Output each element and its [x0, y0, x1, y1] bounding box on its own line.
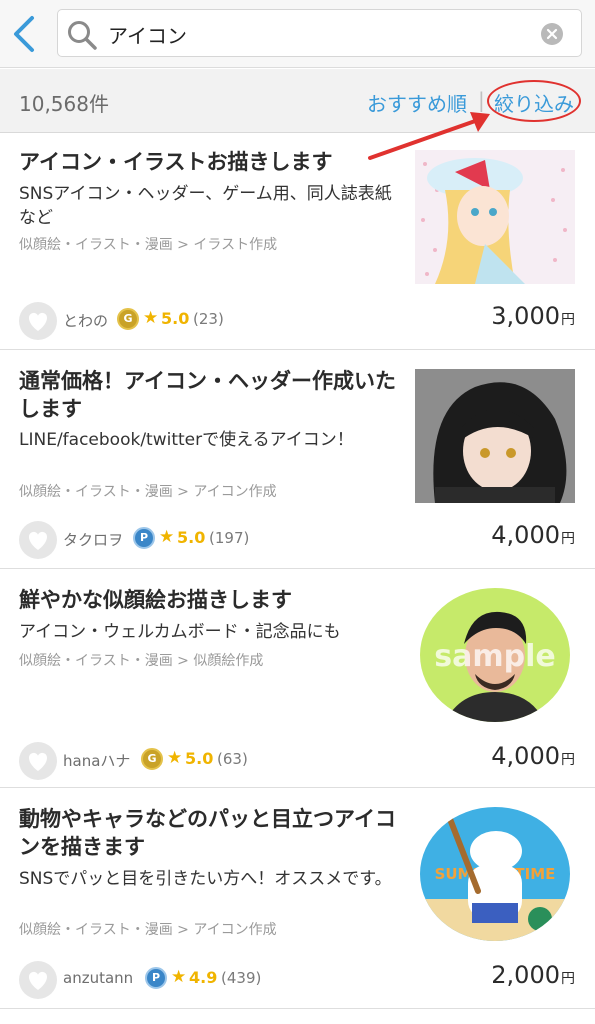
chevron-left-icon	[14, 16, 34, 52]
price-value: 4,000	[491, 521, 560, 549]
listing-description: LINE/facebook/twitterで使えるアイコン！	[19, 430, 354, 450]
rank-letter: P	[151, 971, 161, 984]
favorite-button[interactable]	[19, 521, 57, 559]
review-count: (23)	[193, 310, 224, 328]
rating-value: 5.0	[177, 528, 206, 547]
result-count: 10,568件	[19, 92, 109, 116]
listing-title[interactable]: アイコン・イラストお描きします	[19, 148, 404, 176]
price-value: 4,000	[491, 742, 560, 770]
listing-title[interactable]: 通常価格！アイコン・ヘッダー作成いたします	[19, 367, 404, 423]
seller-name[interactable]: anzutann	[63, 969, 133, 987]
sort-link[interactable]: おすすめ順	[367, 88, 467, 117]
listing-item[interactable]: アイコン・イラストお描きします SNSアイコン・ヘッダー、ゲーム用、同人誌表紙な…	[0, 134, 595, 350]
clear-icon	[546, 28, 558, 40]
listing-item[interactable]: 動物やキャラなどのパッと目立つアイコンを描きます SNSでパッと目を引きたい方へ…	[0, 789, 595, 1009]
seller-meta: とわの G ★ 5.0 (23)	[19, 302, 419, 340]
listing-thumbnail[interactable]	[415, 150, 575, 284]
listing-category: 似顔絵・イラスト・漫画 > アイコン作成	[19, 922, 277, 938]
search-header	[0, 0, 595, 68]
listing-thumbnail[interactable]: sample	[420, 588, 570, 722]
listing-thumbnail[interactable]: SUMMER TIME	[420, 807, 570, 941]
favorite-button[interactable]	[19, 742, 57, 780]
listing-price: 4,000円	[491, 742, 575, 770]
seller-name[interactable]: タクロヲ	[63, 529, 123, 550]
review-count: (197)	[209, 529, 250, 547]
listing-category: 似顔絵・イラスト・漫画 > 似顔絵作成	[19, 653, 264, 669]
search-icon	[68, 21, 97, 50]
listing-price: 4,000円	[491, 521, 575, 549]
rating-value: 5.0	[185, 749, 214, 768]
star-icon: ★	[171, 967, 187, 987]
price-currency: 円	[561, 312, 575, 328]
clear-search-button[interactable]	[541, 23, 563, 45]
price-currency: 円	[561, 531, 575, 547]
listing-category: 似顔絵・イラスト・漫画 > イラスト作成	[19, 237, 278, 253]
listing-title[interactable]: 動物やキャラなどのパッと目立つアイコンを描きます	[19, 805, 404, 861]
listing-item[interactable]: 通常価格！アイコン・ヘッダー作成いたします LINE/facebook/twit…	[0, 351, 595, 569]
back-button[interactable]	[10, 14, 40, 54]
heart-icon	[28, 752, 48, 771]
seller-meta: hanaハナ G ★ 5.0 (63)	[19, 742, 419, 780]
rank-badge-platinum: P	[145, 967, 167, 989]
search-input[interactable]	[108, 18, 528, 50]
seller-name[interactable]: とわの	[63, 310, 108, 331]
listing-category: 似顔絵・イラスト・漫画 > アイコン作成	[19, 484, 277, 500]
seller-meta: タクロヲ P ★ 5.0 (197)	[19, 521, 419, 559]
review-count: (439)	[221, 969, 262, 987]
heart-icon	[28, 971, 48, 990]
heart-icon	[28, 312, 48, 331]
listing-description: SNSでパッと目を引きたい方へ！オススメです。	[19, 869, 392, 889]
seller-name[interactable]: hanaハナ	[63, 750, 130, 771]
favorite-button[interactable]	[19, 302, 57, 340]
review-count: (63)	[217, 750, 248, 768]
listing-item[interactable]: 鮮やかな似顔絵お描きします アイコン・ウェルカムボード・記念品にも 似顔絵・イラ…	[0, 570, 595, 788]
rank-badge-gold: G	[117, 308, 139, 330]
listing-description: アイコン・ウェルカムボード・記念品にも	[19, 622, 341, 642]
star-icon: ★	[159, 527, 175, 547]
price-currency: 円	[561, 971, 575, 987]
listing-thumbnail[interactable]	[415, 369, 575, 503]
rank-badge-platinum: P	[133, 527, 155, 549]
rank-badge-gold: G	[141, 748, 163, 770]
price-currency: 円	[561, 752, 575, 768]
annotation-circle	[487, 80, 581, 122]
star-icon: ★	[143, 308, 159, 328]
heart-icon	[28, 531, 48, 550]
sample-watermark: sample	[434, 639, 555, 674]
seller-meta: anzutann P ★ 4.9 (439)	[19, 961, 419, 999]
listing-description: SNSアイコン・ヘッダー、ゲーム用、同人誌表紙など	[19, 184, 392, 228]
rank-letter: G	[123, 312, 133, 325]
separator: |	[478, 88, 485, 112]
listing-price: 3,000円	[491, 302, 575, 330]
rating-value: 4.9	[189, 968, 218, 987]
favorite-button[interactable]	[19, 961, 57, 999]
price-value: 2,000	[491, 961, 560, 989]
star-icon: ★	[167, 748, 183, 768]
listing-title[interactable]: 鮮やかな似顔絵お描きします	[19, 586, 404, 614]
price-value: 3,000	[491, 302, 560, 330]
search-box[interactable]	[57, 9, 582, 57]
rating-value: 5.0	[161, 309, 190, 328]
rank-letter: G	[147, 752, 157, 765]
rank-letter: P	[139, 531, 149, 544]
listing-price: 2,000円	[491, 961, 575, 989]
